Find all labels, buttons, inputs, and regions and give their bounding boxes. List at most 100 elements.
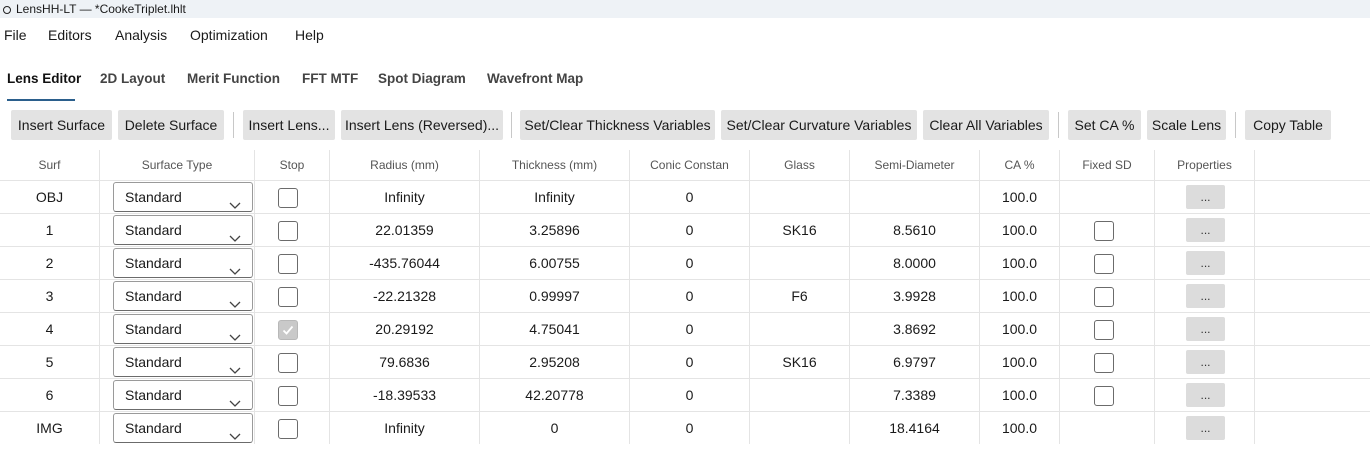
radius-cell[interactable]: -18.39533	[330, 379, 480, 411]
conic-cell[interactable]: 0	[630, 313, 750, 345]
col-header-conic[interactable]: Conic Constan	[630, 150, 750, 180]
stop-checkbox[interactable]	[278, 353, 298, 373]
copy-table-button[interactable]: Copy Table	[1245, 110, 1331, 140]
fixed-sd-checkbox[interactable]	[1094, 320, 1114, 340]
glass-cell[interactable]: SK16	[750, 346, 850, 378]
conic-cell[interactable]: 0	[630, 214, 750, 246]
surf-cell[interactable]: 2	[0, 247, 100, 279]
surface-type-dropdown[interactable]: Standard	[113, 347, 253, 377]
glass-cell[interactable]: F6	[750, 280, 850, 312]
surf-cell[interactable]: 1	[0, 214, 100, 246]
delete-surface-button[interactable]: Delete Surface	[118, 110, 224, 140]
thickness-cell[interactable]: 4.75041	[480, 313, 630, 345]
conic-cell[interactable]: 0	[630, 412, 750, 444]
thickness-cell[interactable]: 2.95208	[480, 346, 630, 378]
radius-cell[interactable]: Infinity	[330, 181, 480, 213]
col-header-fixed-sd[interactable]: Fixed SD	[1060, 150, 1155, 180]
surface-type-dropdown[interactable]: Standard	[113, 413, 253, 443]
col-header-semi-diameter[interactable]: Semi-Diameter	[850, 150, 980, 180]
glass-cell[interactable]: SK16	[750, 214, 850, 246]
thickness-cell[interactable]: Infinity	[480, 181, 630, 213]
glass-cell[interactable]	[750, 247, 850, 279]
semi-diameter-cell[interactable]: 8.5610	[850, 214, 980, 246]
insert-surface-button[interactable]: Insert Surface	[11, 110, 112, 140]
stop-checkbox[interactable]	[278, 254, 298, 274]
set-clear-curvature-variables-button[interactable]: Set/Clear Curvature Variables	[721, 110, 917, 140]
thickness-cell[interactable]: 3.25896	[480, 214, 630, 246]
fixed-sd-checkbox[interactable]	[1094, 353, 1114, 373]
surface-type-dropdown[interactable]: Standard	[113, 248, 253, 278]
surf-cell[interactable]: 5	[0, 346, 100, 378]
radius-cell[interactable]: -435.76044	[330, 247, 480, 279]
stop-checkbox[interactable]	[278, 287, 298, 307]
ca-percent-cell[interactable]: 100.0	[980, 181, 1060, 213]
menu-file[interactable]: File	[4, 22, 27, 48]
surf-cell[interactable]: 6	[0, 379, 100, 411]
ca-percent-cell[interactable]: 100.0	[980, 313, 1060, 345]
tab-fft-mtf[interactable]: FFT MTF	[302, 64, 358, 102]
conic-cell[interactable]: 0	[630, 247, 750, 279]
properties-button[interactable]: ...	[1186, 416, 1225, 440]
properties-button[interactable]: ...	[1186, 185, 1225, 209]
conic-cell[interactable]: 0	[630, 346, 750, 378]
glass-cell[interactable]	[750, 313, 850, 345]
conic-cell[interactable]: 0	[630, 280, 750, 312]
semi-diameter-cell[interactable]	[850, 181, 980, 213]
glass-cell[interactable]	[750, 379, 850, 411]
col-header-properties[interactable]: Properties	[1155, 150, 1255, 180]
properties-button[interactable]: ...	[1186, 350, 1225, 374]
properties-button[interactable]: ...	[1186, 251, 1225, 275]
ca-percent-cell[interactable]: 100.0	[980, 214, 1060, 246]
menu-analysis[interactable]: Analysis	[115, 22, 167, 48]
clear-all-variables-button[interactable]: Clear All Variables	[923, 110, 1049, 140]
menu-optimization[interactable]: Optimization	[190, 22, 268, 48]
surface-type-dropdown[interactable]: Standard	[113, 215, 253, 245]
radius-cell[interactable]: 22.01359	[330, 214, 480, 246]
insert-lens-button[interactable]: Insert Lens...	[243, 110, 335, 140]
thickness-cell[interactable]: 6.00755	[480, 247, 630, 279]
surf-cell[interactable]: 3	[0, 280, 100, 312]
properties-button[interactable]: ...	[1186, 284, 1225, 308]
tab-wavefront-map[interactable]: Wavefront Map	[487, 64, 583, 102]
fixed-sd-checkbox[interactable]	[1094, 221, 1114, 241]
ca-percent-cell[interactable]: 100.0	[980, 247, 1060, 279]
col-header-thickness[interactable]: Thickness (mm)	[480, 150, 630, 180]
col-header-glass[interactable]: Glass	[750, 150, 850, 180]
fixed-sd-checkbox[interactable]	[1094, 254, 1114, 274]
glass-cell[interactable]	[750, 181, 850, 213]
scale-lens-button[interactable]: Scale Lens	[1147, 110, 1226, 140]
ca-percent-cell[interactable]: 100.0	[980, 379, 1060, 411]
radius-cell[interactable]: Infinity	[330, 412, 480, 444]
set-clear-thickness-variables-button[interactable]: Set/Clear Thickness Variables	[520, 110, 715, 140]
menu-editors[interactable]: Editors	[48, 22, 92, 48]
radius-cell[interactable]: 79.6836	[330, 346, 480, 378]
thickness-cell[interactable]: 0	[480, 412, 630, 444]
insert-lens-reversed-button[interactable]: Insert Lens (Reversed)...	[341, 110, 503, 140]
radius-cell[interactable]: -22.21328	[330, 280, 480, 312]
glass-cell[interactable]	[750, 412, 850, 444]
radius-cell[interactable]: 20.29192	[330, 313, 480, 345]
stop-checkbox[interactable]	[278, 320, 298, 340]
surface-type-dropdown[interactable]: Standard	[113, 380, 253, 410]
semi-diameter-cell[interactable]: 3.8692	[850, 313, 980, 345]
semi-diameter-cell[interactable]: 6.9797	[850, 346, 980, 378]
properties-button[interactable]: ...	[1186, 218, 1225, 242]
tab-lens-editor[interactable]: Lens Editor	[7, 64, 81, 102]
semi-diameter-cell[interactable]: 8.0000	[850, 247, 980, 279]
set-ca-button[interactable]: Set CA %	[1068, 110, 1141, 140]
fixed-sd-checkbox[interactable]	[1094, 287, 1114, 307]
col-header-ca[interactable]: CA %	[980, 150, 1060, 180]
surface-type-dropdown[interactable]: Standard	[113, 281, 253, 311]
col-header-surface-type[interactable]: Surface Type	[100, 150, 255, 180]
thickness-cell[interactable]: 0.99997	[480, 280, 630, 312]
conic-cell[interactable]: 0	[630, 181, 750, 213]
ca-percent-cell[interactable]: 100.0	[980, 346, 1060, 378]
semi-diameter-cell[interactable]: 18.4164	[850, 412, 980, 444]
ca-percent-cell[interactable]: 100.0	[980, 412, 1060, 444]
surf-cell[interactable]: 4	[0, 313, 100, 345]
tab-2d-layout[interactable]: 2D Layout	[100, 64, 165, 102]
surf-cell[interactable]: IMG	[0, 412, 100, 444]
ca-percent-cell[interactable]: 100.0	[980, 280, 1060, 312]
menu-help[interactable]: Help	[295, 22, 324, 48]
fixed-sd-checkbox[interactable]	[1094, 386, 1114, 406]
